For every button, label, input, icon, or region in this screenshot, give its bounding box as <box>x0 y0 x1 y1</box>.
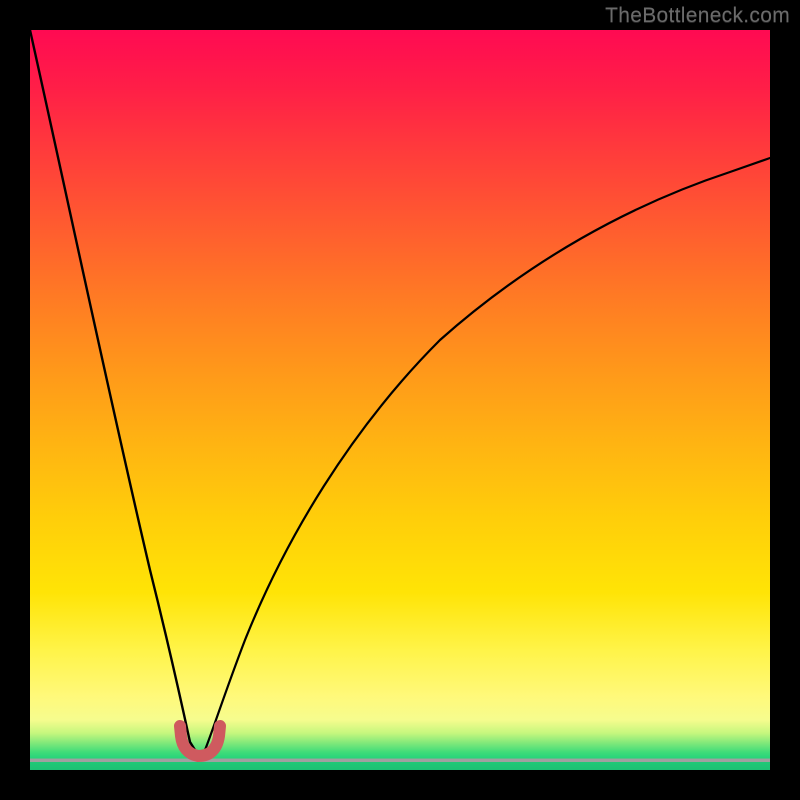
curves-layer <box>30 30 770 770</box>
min-marker-u <box>180 726 220 756</box>
plot-frame <box>30 30 770 770</box>
curve-left <box>30 30 195 750</box>
watermark-text: TheBottleneck.com <box>605 4 790 28</box>
curve-right <box>205 158 770 750</box>
